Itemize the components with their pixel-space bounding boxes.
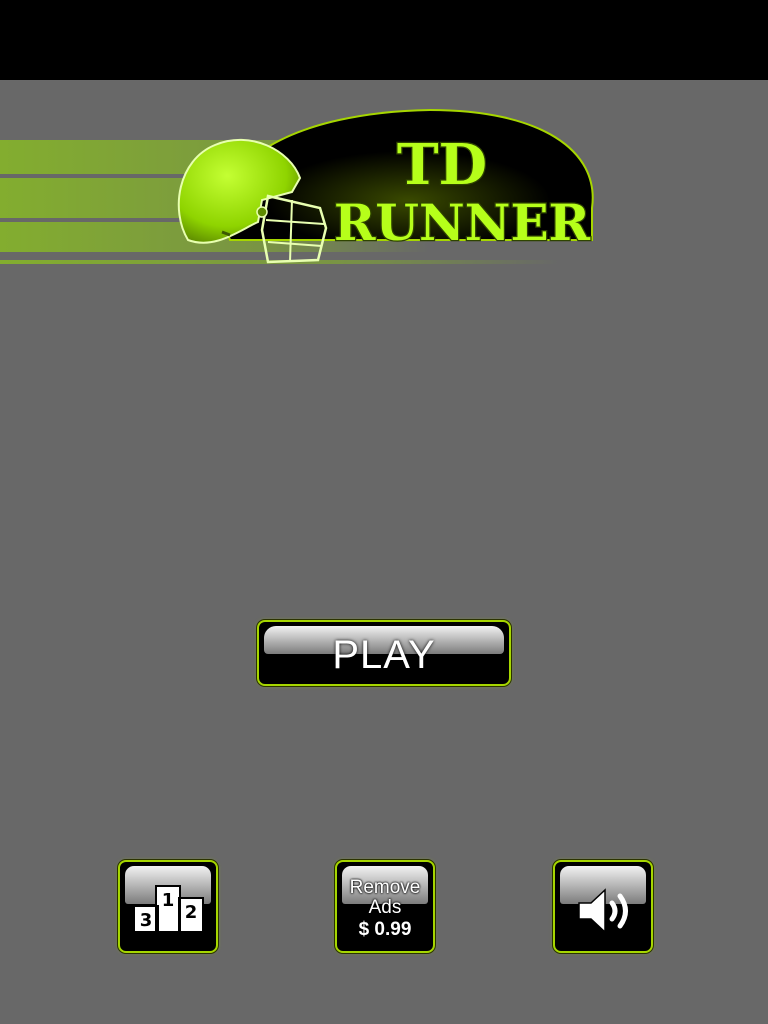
- logo-title-runner: RUNNER: [334, 193, 591, 252]
- play-button-label: PLAY: [332, 633, 436, 677]
- game-menu-screen: TD RUNNER PLAY 1 2 3 Remove Ads $ 0.99: [0, 0, 768, 1024]
- remove-ads-button[interactable]: Remove Ads $ 0.99: [335, 860, 435, 953]
- remove-ads-text: Remove Ads $ 0.99: [337, 878, 433, 941]
- podium-second-place: 2: [185, 902, 198, 923]
- speaker-icon: [578, 888, 628, 934]
- podium-first-place: 1: [162, 890, 175, 911]
- podium-icon: 1 2 3: [133, 885, 204, 933]
- sound-toggle-button[interactable]: [553, 860, 653, 953]
- remove-ads-label-line2: Ads: [368, 897, 402, 918]
- podium-third-place: 3: [140, 910, 153, 931]
- logo-title-td: TD: [397, 132, 487, 198]
- game-logo: TD RUNNER: [0, 100, 620, 280]
- leaderboard-button[interactable]: 1 2 3: [118, 860, 218, 953]
- remove-ads-label-line1: Remove: [349, 877, 421, 898]
- top-bar: [0, 0, 768, 80]
- remove-ads-price: $ 0.99: [358, 919, 412, 940]
- play-button[interactable]: PLAY: [257, 620, 511, 686]
